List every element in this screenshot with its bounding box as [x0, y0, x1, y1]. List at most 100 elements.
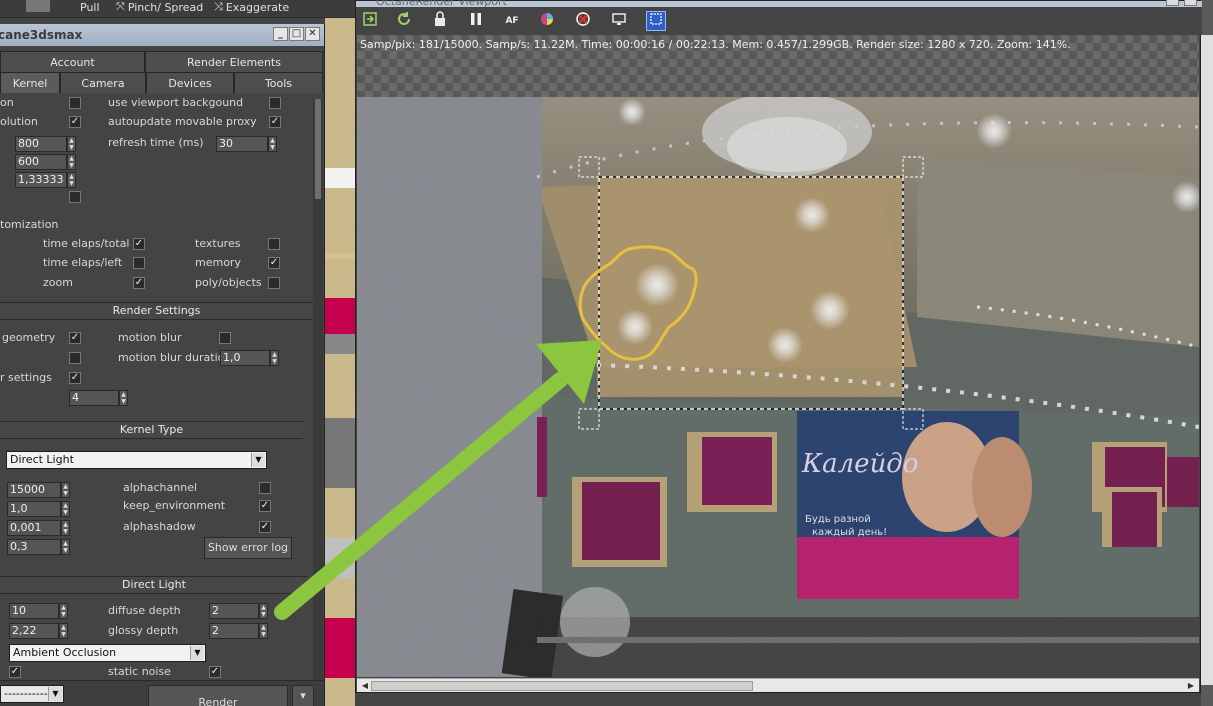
scroll-left-icon[interactable]: ◀ [359, 680, 371, 691]
checkbox-textures[interactable] [268, 238, 280, 250]
scroll-right-icon[interactable]: ▶ [1185, 680, 1197, 691]
direct-light-value1-field[interactable]: 10 [9, 603, 59, 619]
kernel-value2-field[interactable]: 1,0 [7, 501, 61, 517]
kernel-type-dropdown[interactable]: Direct Light ▼ [6, 451, 267, 469]
tab-render-elements[interactable]: Render Elements [145, 51, 323, 72]
aspect-field[interactable]: 1,33333 [15, 172, 67, 188]
value4-spinner[interactable]: ▲ ▼ [119, 390, 128, 406]
checkbox-geometry[interactable]: ✓ [69, 332, 81, 344]
checkbox-time-elaps-total[interactable]: ✓ [133, 238, 145, 250]
pinch-spread-tool[interactable]: ⤧ Pinch/ Spread [116, 0, 203, 14]
kernel-value4-spinner[interactable]: ▲ ▼ [61, 539, 70, 555]
refresh-time-field[interactable]: 30 [216, 136, 268, 152]
close-icon[interactable]: ✕ [305, 27, 320, 41]
width-spinner[interactable]: ▲ ▼ [67, 136, 76, 152]
height-spinner[interactable]: ▲ ▼ [67, 154, 76, 170]
glossy-depth-field[interactable]: 2 [209, 623, 259, 639]
exaggerate-tool[interactable]: ⤨ Exaggerate [214, 0, 289, 14]
checkbox-use-viewport-bg[interactable] [269, 97, 281, 109]
width-field[interactable]: 800 [15, 136, 67, 152]
gi-mode-value: Ambient Occlusion [13, 646, 117, 659]
maximize-icon[interactable]: □ [289, 27, 304, 41]
viewport-hscroll-thumb[interactable] [371, 681, 753, 691]
gi-mode-dropdown[interactable]: Ambient Occlusion ▼ [9, 644, 206, 662]
tab-kernel-label: Kernel [12, 76, 48, 90]
checkbox-keep-environment[interactable]: ✓ [259, 500, 271, 512]
panel-titlebar[interactable]: cane3dsmax _ □ ✕ [0, 24, 324, 46]
tab-kernel[interactable]: Kernel [0, 72, 60, 93]
checkbox-motion-blur[interactable] [219, 332, 231, 344]
max-samples-field[interactable]: 15000 [7, 482, 61, 498]
label-refresh-time: refresh time (ms) [108, 136, 204, 149]
display-icon[interactable] [609, 11, 629, 31]
region-render-icon[interactable] [646, 11, 666, 31]
height-field[interactable]: 600 [15, 154, 67, 170]
checkbox-r-settings[interactable]: ✓ [69, 372, 81, 384]
label-diffuse-depth: diffuse depth [108, 604, 181, 617]
render-image[interactable]: Калейдо Будь разной каждый день! [357, 97, 1199, 677]
checkbox-gi-option[interactable]: ✓ [9, 666, 21, 678]
render-options-button[interactable]: ▾ [292, 685, 314, 706]
max-samples-spinner[interactable]: ▲ ▼ [61, 482, 70, 498]
tab-tools[interactable]: Tools [234, 72, 323, 93]
viewport-hscrollbar[interactable]: ◀ ▶ [357, 678, 1199, 692]
tab-devices[interactable]: Devices [146, 72, 234, 93]
label-zoom: zoom [43, 276, 73, 289]
kernel-value4-field[interactable]: 0,3 [7, 539, 61, 555]
color-icon[interactable] [537, 11, 557, 31]
pull-tool[interactable]: Pull [80, 0, 100, 14]
motion-blur-duration-spinner[interactable]: ▲ ▼ [270, 350, 279, 366]
minimize-icon[interactable]: _ [273, 27, 288, 41]
panel-bottom-bar: ----------- ▼ Render ▾ [0, 680, 324, 706]
kernel-value2-spinner[interactable]: ▲ ▼ [61, 501, 70, 517]
refresh-time-spinner[interactable]: ▲ ▼ [268, 136, 277, 152]
panel-scrollbar[interactable] [313, 99, 323, 682]
checkbox-static-noise[interactable]: ✓ [209, 666, 221, 678]
checkbox-aspect-lock[interactable] [69, 191, 81, 203]
send-scene-icon[interactable] [360, 11, 380, 31]
direct-light-header[interactable]: Direct Light [0, 576, 308, 594]
label-on: on [0, 96, 14, 109]
show-error-log-button[interactable]: Show error log [204, 537, 292, 559]
kernel-value3-spinner[interactable]: ▲ ▼ [61, 520, 70, 536]
checkbox-memory[interactable]: ✓ [268, 257, 280, 269]
tab-camera[interactable]: Camera [60, 72, 146, 93]
viewport-maximize-icon[interactable] [1166, 0, 1179, 6]
exaggerate-label: Exaggerate [225, 0, 290, 14]
viewport-toolbar: AF [356, 7, 1202, 35]
aspect-spinner[interactable]: ▲ ▼ [67, 172, 76, 188]
checkbox-poly-objects[interactable] [268, 277, 280, 289]
kernel-value3-field[interactable]: 0,001 [7, 520, 61, 536]
diffuse-depth-spinner[interactable]: ▲ ▼ [259, 603, 268, 619]
checkbox-autoupdate-proxy[interactable]: ✓ [269, 116, 281, 128]
panel-scrollbar-thumb[interactable] [315, 99, 321, 199]
viewport-close-icon[interactable] [1184, 0, 1197, 6]
af-icon[interactable]: AF [502, 11, 522, 31]
render-settings-header[interactable]: Render Settings [0, 302, 313, 320]
pull-label: Pull [80, 0, 100, 14]
kernel-type-header[interactable]: Kernel Type [0, 421, 303, 439]
label-keep-environment: keep_environment [123, 499, 226, 512]
direct-light-value1-spinner[interactable]: ▲ ▼ [59, 603, 68, 619]
checkbox-zoom[interactable]: ✓ [133, 277, 145, 289]
checkbox-row2[interactable] [69, 352, 81, 364]
direct-light-value2-field[interactable]: 2,22 [9, 623, 59, 639]
motion-blur-duration-field[interactable]: 1,0 [220, 350, 270, 366]
clear-icon[interactable] [573, 11, 593, 31]
checkbox-on[interactable] [69, 97, 81, 109]
checkbox-time-elaps-left[interactable] [133, 257, 145, 269]
restart-icon[interactable] [394, 11, 414, 31]
direct-light-value2-spinner[interactable]: ▲ ▼ [59, 623, 68, 639]
diffuse-depth-field[interactable]: 2 [209, 603, 259, 619]
checkbox-resolution[interactable]: ✓ [69, 116, 81, 128]
viewport-vscrollbar[interactable] [1201, 35, 1213, 685]
lock-icon[interactable] [430, 11, 450, 31]
preset-dropdown[interactable]: ----------- ▼ [0, 685, 64, 703]
pause-icon[interactable] [466, 11, 486, 31]
tab-account[interactable]: Account [0, 51, 145, 72]
glossy-depth-spinner[interactable]: ▲ ▼ [259, 623, 268, 639]
value4-field[interactable]: 4 [69, 390, 119, 406]
checkbox-alphachannel[interactable] [259, 482, 271, 494]
render-button[interactable]: Render [148, 685, 288, 706]
checkbox-alphashadow[interactable]: ✓ [259, 521, 271, 533]
